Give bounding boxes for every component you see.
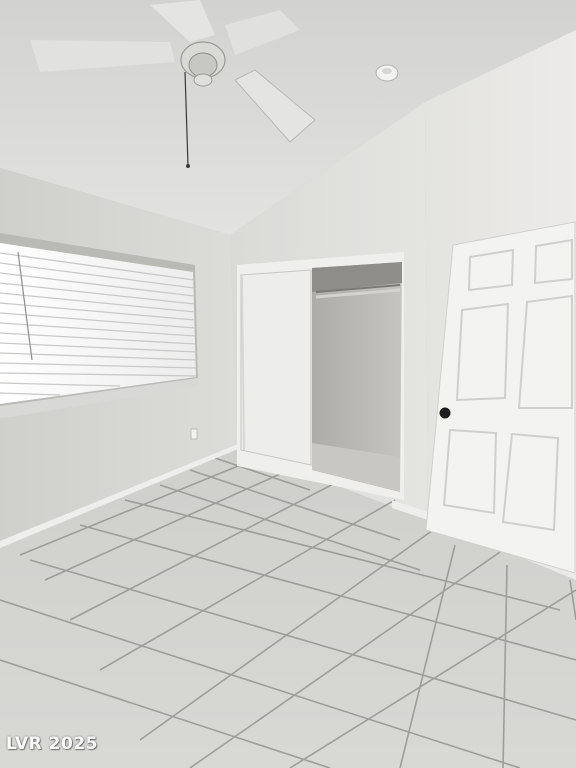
sliding-closet-door (240, 269, 312, 466)
room-scene (0, 0, 576, 768)
door-knob-icon (439, 407, 451, 419)
outlet-icon (190, 428, 198, 440)
smoke-detector-icon (375, 64, 399, 82)
bedroom-photo: LVR 2025 (0, 0, 576, 768)
window (0, 233, 198, 418)
watermark-text: LVR 2025 (6, 734, 98, 754)
